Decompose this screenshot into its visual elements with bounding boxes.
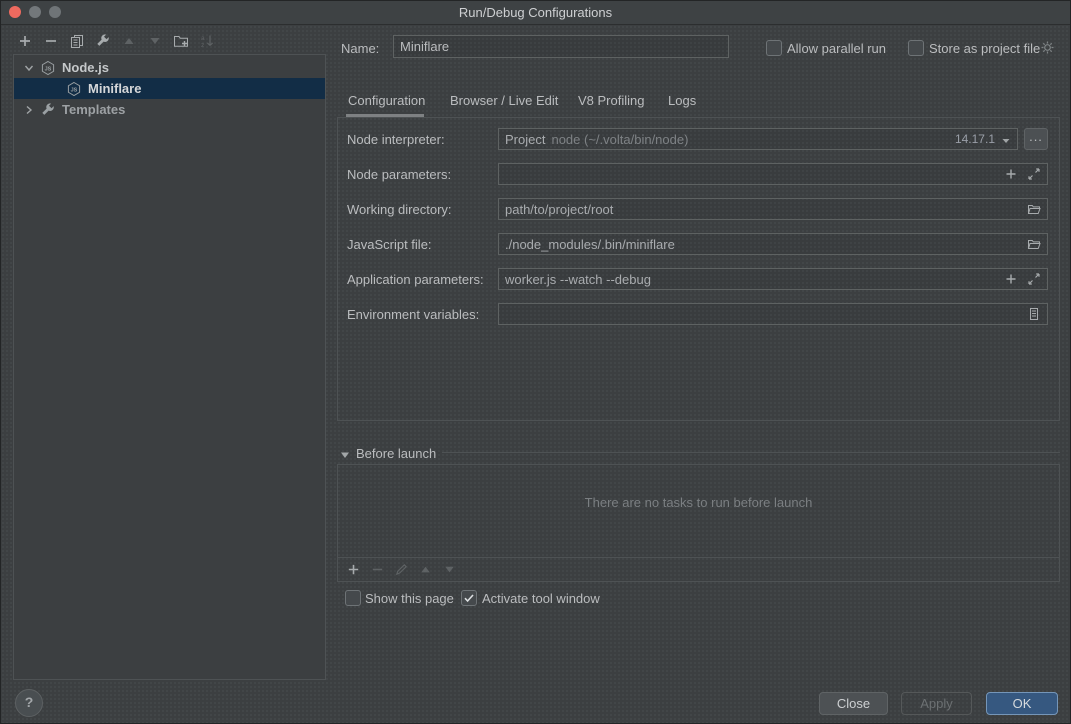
move-task-down-icon[interactable] [442, 562, 457, 577]
apply-button[interactable]: Apply [901, 692, 972, 715]
edit-templates-icon[interactable] [95, 33, 111, 49]
javascript-file-value: ./node_modules/.bin/miniflare [505, 237, 675, 252]
store-as-project-file-label: Store as project file [929, 41, 1040, 56]
environment-variables-input[interactable] [498, 303, 1048, 325]
copy-icon[interactable] [69, 33, 85, 49]
tree-item-nodejs[interactable]: JS Node.js [14, 57, 325, 78]
svg-text:JS: JS [45, 66, 52, 72]
tree-item-label: Node.js [62, 60, 109, 75]
svg-text:a: a [201, 35, 205, 42]
node-parameters-input[interactable] [498, 163, 1048, 185]
working-directory-label: Working directory: [347, 202, 452, 217]
check-icon [462, 591, 476, 605]
name-input[interactable] [393, 35, 729, 58]
chevron-right-icon[interactable] [22, 103, 36, 117]
remove-icon[interactable] [43, 33, 59, 49]
environment-variables-label: Environment variables: [347, 307, 479, 322]
node-interpreter-combobox[interactable]: Project node (~/.volta/bin/node) 14.17.1 [498, 128, 1018, 150]
name-label: Name: [341, 41, 379, 56]
new-folder-icon[interactable] [173, 33, 189, 49]
browse-interpreter-button[interactable]: ... [1024, 128, 1048, 150]
svg-text:JS: JS [71, 87, 78, 93]
ok-button[interactable]: OK [986, 692, 1058, 715]
store-as-project-file-checkbox[interactable] [908, 40, 924, 56]
add-task-icon[interactable] [346, 562, 361, 577]
tab-browser-live-edit[interactable]: Browser / Live Edit [450, 93, 558, 108]
javascript-file-label: JavaScript file: [347, 237, 432, 252]
browse-variables-icon[interactable] [1027, 307, 1041, 321]
application-parameters-input[interactable]: worker.js --watch --debug [498, 268, 1048, 290]
dialog-title: Run/Debug Configurations [1, 5, 1070, 20]
wrench-icon [40, 102, 56, 118]
add-macro-icon[interactable] [1004, 167, 1018, 181]
node-interpreter-label: Node interpreter: [347, 132, 445, 147]
tree-item-label: Templates [62, 102, 125, 117]
remove-task-icon[interactable] [370, 562, 385, 577]
close-button[interactable]: Close [819, 692, 888, 715]
application-parameters-label: Application parameters: [347, 272, 484, 287]
tab-configuration[interactable]: Configuration [348, 93, 425, 108]
expand-field-icon[interactable] [1027, 272, 1041, 286]
show-this-page-label: Show this page [365, 591, 454, 606]
tree-item-label: Miniflare [88, 81, 141, 96]
activate-tool-window-label: Activate tool window [482, 591, 600, 606]
folder-icon[interactable] [1027, 202, 1041, 216]
interpreter-value: Project [505, 132, 545, 147]
sort-alphabetically-icon[interactable]: az [199, 33, 215, 49]
interpreter-version: 14.17.1 [955, 132, 995, 146]
move-up-icon[interactable] [121, 33, 137, 49]
node-parameters-label: Node parameters: [347, 167, 451, 182]
working-directory-value: path/to/project/root [505, 202, 613, 217]
expand-field-icon[interactable] [1027, 167, 1041, 181]
titlebar: Run/Debug Configurations [1, 1, 1070, 25]
before-launch-title: Before launch [356, 446, 436, 461]
section-divider [442, 452, 1060, 453]
working-directory-input[interactable]: path/to/project/root [498, 198, 1048, 220]
before-launch-empty-text: There are no tasks to run before launch [338, 495, 1059, 510]
tab-v8-profiling[interactable]: V8 Profiling [578, 93, 644, 108]
show-this-page-checkbox[interactable] [345, 590, 361, 606]
configurations-toolbar: az [17, 33, 215, 49]
tree-item-templates[interactable]: Templates [14, 99, 325, 120]
svg-text:z: z [201, 42, 204, 49]
nodejs-icon: JS [66, 81, 82, 97]
allow-parallel-run-label: Allow parallel run [787, 41, 886, 56]
chevron-down-icon[interactable] [1001, 134, 1011, 144]
tab-logs[interactable]: Logs [668, 93, 696, 108]
before-launch-toolbar [338, 557, 1059, 581]
before-launch-panel: There are no tasks to run before launch [337, 464, 1060, 582]
nodejs-icon: JS [40, 60, 56, 76]
chevron-down-icon[interactable] [22, 61, 36, 75]
configurations-tree: JS Node.js JS Miniflare Templates [13, 54, 326, 680]
edit-task-icon[interactable] [394, 562, 409, 577]
application-parameters-value: worker.js --watch --debug [505, 272, 651, 287]
move-task-up-icon[interactable] [418, 562, 433, 577]
folder-icon[interactable] [1027, 237, 1041, 251]
gear-icon[interactable] [1040, 40, 1055, 55]
tree-item-miniflare[interactable]: JS Miniflare [14, 78, 325, 99]
collapse-section-icon[interactable] [340, 448, 350, 458]
activate-tool-window-checkbox[interactable] [461, 590, 477, 606]
allow-parallel-run-checkbox[interactable] [766, 40, 782, 56]
run-debug-configurations-dialog: Run/Debug Configurations az JS Node.js J… [0, 0, 1071, 724]
interpreter-path: node (~/.volta/bin/node) [551, 132, 688, 147]
add-macro-icon[interactable] [1004, 272, 1018, 286]
move-down-icon[interactable] [147, 33, 163, 49]
javascript-file-input[interactable]: ./node_modules/.bin/miniflare [498, 233, 1048, 255]
help-button[interactable]: ? [15, 689, 43, 717]
add-icon[interactable] [17, 33, 33, 49]
